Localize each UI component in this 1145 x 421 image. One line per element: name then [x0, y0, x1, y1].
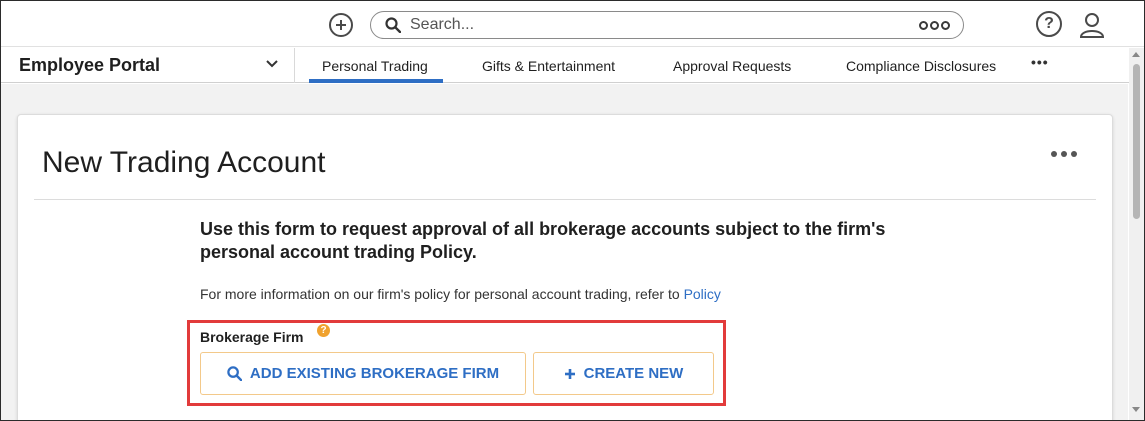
plus-circle-icon[interactable] — [329, 13, 353, 37]
search-input[interactable] — [410, 15, 890, 35]
search-box[interactable] — [370, 11, 964, 39]
scrollbar[interactable] — [1129, 48, 1144, 420]
tab-approval-requests[interactable]: Approval Requests — [673, 58, 791, 74]
policy-info-text: For more information on our firm's polic… — [200, 286, 680, 302]
user-icon[interactable] — [1078, 11, 1106, 39]
tab-compliance-disclosures[interactable]: Compliance Disclosures — [846, 58, 996, 74]
scroll-down-icon[interactable] — [1132, 407, 1140, 412]
scroll-up-icon[interactable] — [1132, 52, 1140, 57]
tab-gifts-entertainment[interactable]: Gifts & Entertainment — [482, 58, 615, 74]
active-tab-indicator — [309, 79, 443, 83]
portal-title: Employee Portal — [19, 55, 161, 75]
more-options-icon[interactable] — [1051, 151, 1077, 157]
policy-link[interactable]: Policy — [684, 286, 721, 302]
scroll-thumb[interactable] — [1133, 64, 1140, 219]
page-title: New Trading Account — [42, 146, 326, 179]
policy-info: For more information on our firm's polic… — [200, 286, 721, 302]
divider — [34, 199, 1096, 200]
portal-selector[interactable]: Employee Portal — [1, 48, 295, 83]
form-intro: Use this form to request approval of all… — [200, 219, 886, 262]
options-icon[interactable] — [919, 17, 951, 33]
search-icon — [385, 17, 401, 33]
chevron-down-icon[interactable] — [266, 59, 278, 69]
highlight-box — [187, 320, 726, 406]
question-circle-icon[interactable]: ? — [1036, 11, 1062, 37]
nav-bar: Employee Portal Personal Trading Gifts &… — [1, 48, 1129, 83]
tab-personal-trading[interactable]: Personal Trading — [322, 58, 428, 74]
more-tabs-icon[interactable]: ••• — [1031, 54, 1049, 70]
top-bar: ? — [1, 1, 1144, 47]
